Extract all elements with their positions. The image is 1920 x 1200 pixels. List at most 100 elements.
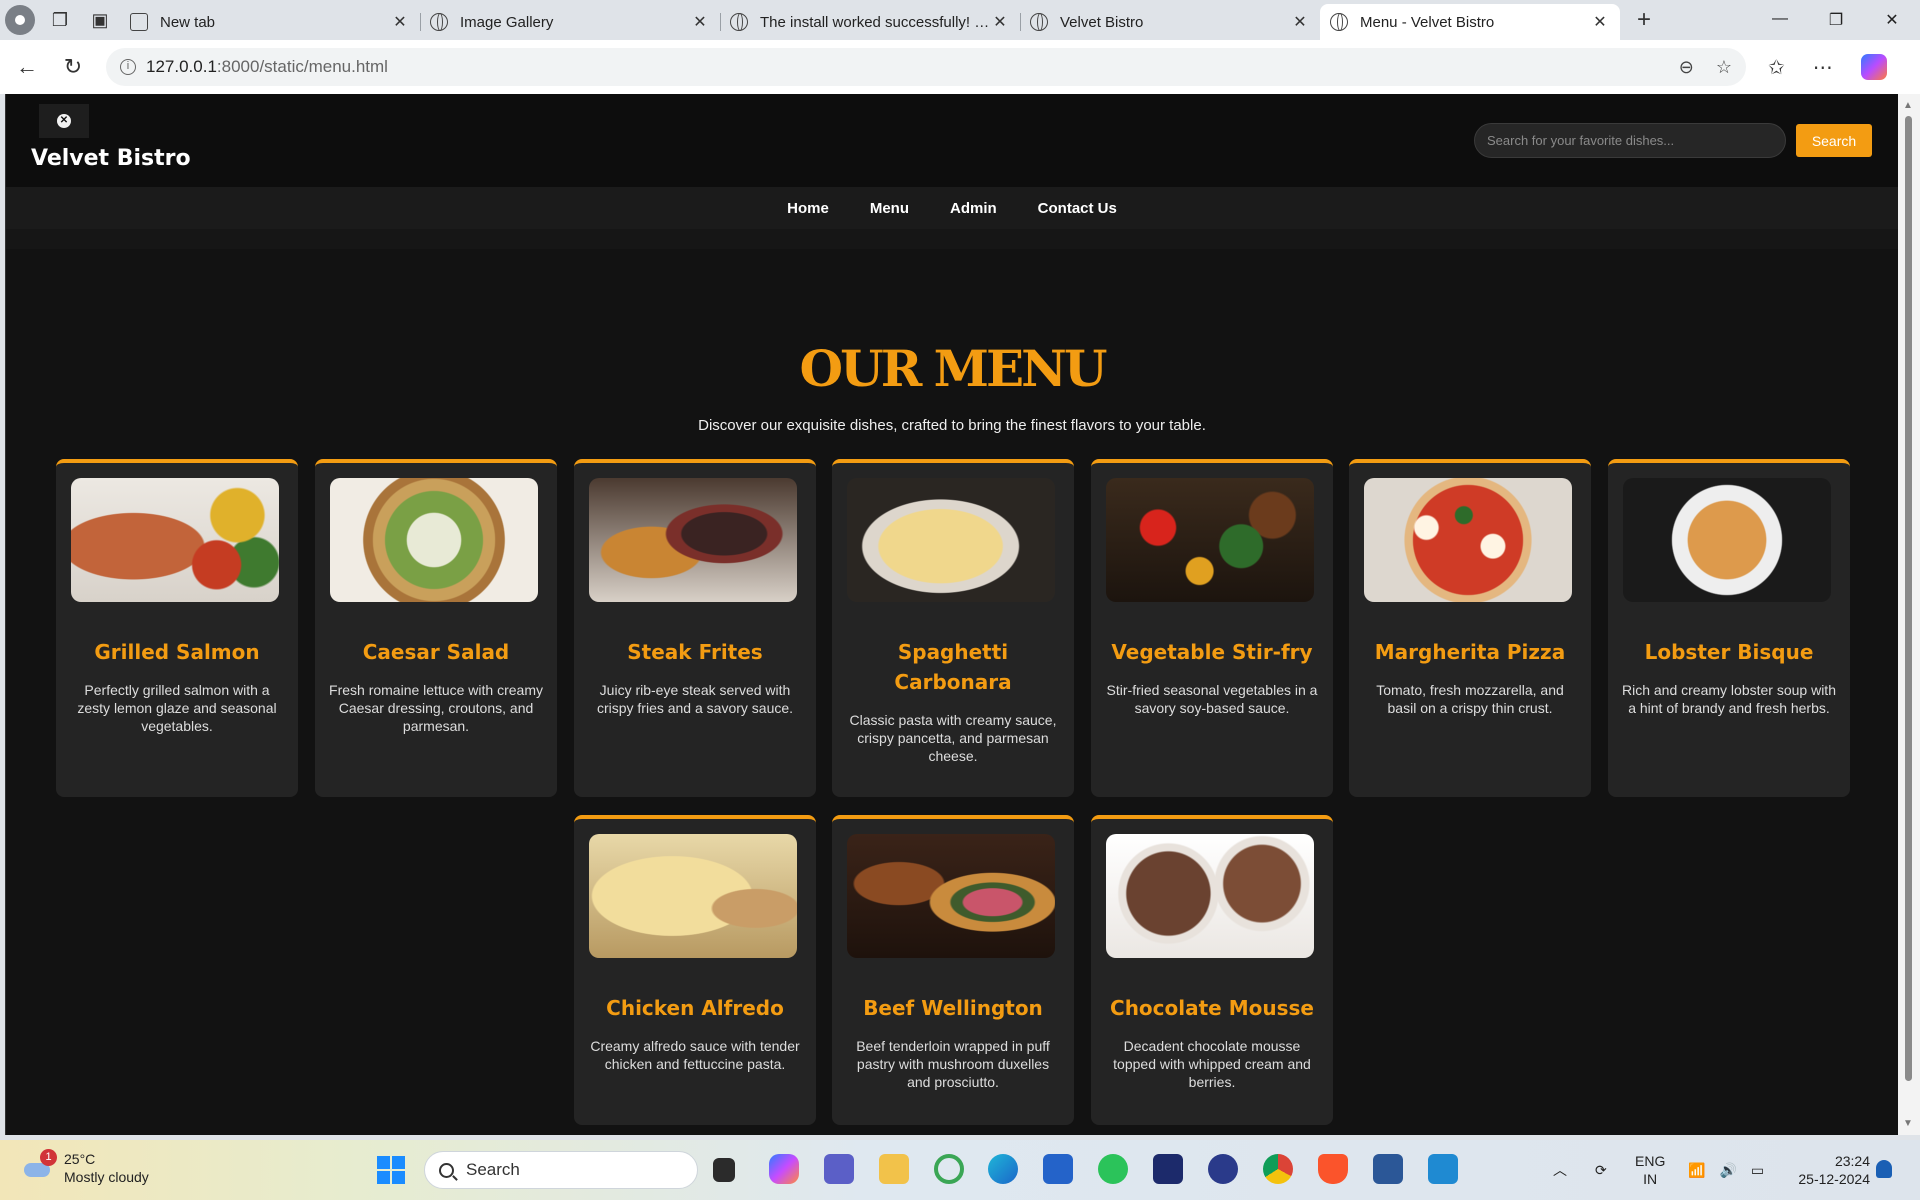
close-window-icon[interactable]: ✕: [1864, 10, 1920, 30]
tab-actions-icon[interactable]: ▣: [80, 0, 120, 40]
dish-name: Chocolate Mousse: [1110, 996, 1314, 1020]
menu-card-beef-wellington[interactable]: Beef Wellington Beef tenderloin wrapped …: [832, 815, 1074, 1125]
minimize-icon[interactable]: —: [1752, 10, 1808, 30]
margherita-pizza-photo: [1364, 478, 1572, 602]
teams-icon[interactable]: [824, 1154, 854, 1184]
search-button[interactable]: Search: [1796, 124, 1872, 157]
globe-icon: [430, 13, 448, 31]
tab-title: New tab: [160, 13, 216, 31]
scrollbar-thumb[interactable]: [1905, 116, 1912, 1081]
region-code: IN: [1643, 1171, 1658, 1187]
new-tab-button[interactable]: +: [1624, 6, 1664, 34]
taskbar-search[interactable]: Search: [424, 1151, 698, 1189]
vegetable-stir-fry-photo: [1106, 478, 1314, 602]
nav-link-home[interactable]: Home: [787, 200, 829, 217]
edge-browser-icon[interactable]: [988, 1154, 1018, 1184]
close-tab-icon[interactable]: ✕: [690, 12, 710, 32]
spaghetti-carbonara-photo: [847, 478, 1055, 602]
menu-card-steak-frites[interactable]: Steak Frites Juicy rib-eye steak served …: [574, 459, 816, 797]
menu-card-caesar-salad[interactable]: Caesar Salad Fresh romaine lettuce with …: [315, 459, 557, 797]
scroll-down-arrow-icon[interactable]: ▼: [1903, 1118, 1913, 1129]
show-hidden-icons-chevron-icon[interactable]: ︿: [1553, 1160, 1567, 1180]
logo[interactable]: ✕: [39, 104, 89, 138]
close-tab-icon[interactable]: ✕: [390, 12, 410, 32]
close-tab-icon[interactable]: ✕: [1290, 12, 1310, 32]
brave-icon[interactable]: [1318, 1154, 1348, 1184]
dish-description: Perfectly grilled salmon with a zesty le…: [77, 682, 277, 734]
battery-icon[interactable]: ▭: [1751, 1162, 1764, 1179]
chocolate-mousse-photo: [1106, 834, 1314, 958]
scroll-up-arrow-icon[interactable]: ▲: [1903, 100, 1913, 111]
sync-status-icon[interactable]: ⟳: [1595, 1162, 1607, 1179]
windows-start-icon[interactable]: [377, 1156, 405, 1184]
l-app-icon[interactable]: [1153, 1154, 1183, 1184]
site-info-icon[interactable]: i: [120, 59, 136, 75]
microsoft-store-icon[interactable]: [1043, 1154, 1073, 1184]
profile-icon[interactable]: [0, 0, 40, 40]
zoom-out-icon[interactable]: ⊖: [1679, 57, 1694, 78]
close-tab-icon[interactable]: ✕: [1590, 12, 1610, 32]
new-tab-page-icon: [130, 13, 148, 31]
menu-card-chicken-alfredo[interactable]: Chicken Alfredo Creamy alfredo sauce wit…: [574, 815, 816, 1125]
sync-app-icon[interactable]: [934, 1154, 964, 1184]
cloudy-weather-icon: 1: [22, 1149, 57, 1181]
file-explorer-icon[interactable]: [879, 1154, 909, 1184]
word-icon[interactable]: [1373, 1154, 1403, 1184]
tab-velvet-bistro[interactable]: Velvet Bistro ✕: [1020, 4, 1320, 40]
whatsapp-icon[interactable]: [1098, 1154, 1128, 1184]
nav-link-menu[interactable]: Menu: [870, 200, 909, 217]
tab-new-tab[interactable]: New tab ✕: [120, 4, 420, 40]
dish-description: Stir-fried seasonal vegetables in a savo…: [1106, 682, 1318, 716]
chrome-icon[interactable]: [1263, 1154, 1293, 1184]
volume-icon[interactable]: 🔊: [1719, 1162, 1736, 1179]
workspaces-icon[interactable]: ❐: [40, 0, 80, 40]
logo-mark-icon: ✕: [57, 114, 71, 128]
dish-name: Chicken Alfredo: [606, 996, 784, 1020]
menu-card-chocolate-mousse[interactable]: Chocolate Mousse Decadent chocolate mous…: [1091, 815, 1333, 1125]
globe-icon: [1030, 13, 1048, 31]
wifi-icon[interactable]: 📶: [1688, 1162, 1705, 1179]
menu-card-grilled-salmon[interactable]: Grilled Salmon Perfectly grilled salmon …: [56, 459, 298, 797]
task-view-icon[interactable]: [713, 1158, 735, 1182]
dish-description: Decadent chocolate mousse topped with wh…: [1113, 1038, 1311, 1090]
refresh-icon[interactable]: ↻: [50, 54, 96, 80]
vscode-icon[interactable]: [1428, 1154, 1458, 1184]
menu-card-lobster-bisque[interactable]: Lobster Bisque Rich and creamy lobster s…: [1608, 459, 1850, 797]
nav-link-admin[interactable]: Admin: [950, 200, 997, 217]
back-arrow-icon[interactable]: ←: [4, 54, 50, 80]
language-code: ENG: [1635, 1153, 1666, 1169]
favorite-star-icon[interactable]: ☆: [1716, 57, 1732, 78]
copilot-icon[interactable]: [1860, 54, 1887, 80]
tab-title: Velvet Bistro: [1060, 13, 1144, 31]
system-clock[interactable]: 23:24 25-12-2024: [1788, 1152, 1870, 1188]
notification-bell-icon[interactable]: [1876, 1160, 1892, 1178]
tab-install-worked[interactable]: The install worked successfully! Co ✕: [720, 4, 1020, 40]
dish-name: Caesar Salad: [362, 640, 510, 664]
globe-icon: [730, 13, 748, 31]
favorites-icon[interactable]: ✩: [1768, 55, 1785, 80]
more-options-icon[interactable]: ⋯: [1813, 55, 1833, 80]
close-tab-icon[interactable]: ✕: [990, 12, 1010, 32]
address-bar[interactable]: i 127.0.0.1:8000/static/menu.html ⊖ ☆: [106, 48, 1746, 86]
weather-widget[interactable]: 1 25°C Mostly cloudy: [22, 1149, 149, 1186]
restore-icon[interactable]: ❐: [1808, 10, 1864, 30]
tab-image-gallery[interactable]: Image Gallery ✕: [420, 4, 720, 40]
dish-description: Creamy alfredo sauce with tender chicken…: [590, 1038, 800, 1072]
dish-search-input[interactable]: [1474, 123, 1786, 158]
mountain-app-icon[interactable]: [1208, 1154, 1238, 1184]
dish-description: Rich and creamy lobster soup with a hint…: [1622, 682, 1836, 716]
tab-title: Image Gallery: [460, 13, 554, 31]
clock-time: 23:24: [1834, 1153, 1870, 1169]
copilot-app-icon[interactable]: [769, 1154, 799, 1184]
menu-card-margherita-pizza[interactable]: Margherita Pizza Tomato, fresh mozzarell…: [1349, 459, 1591, 797]
dish-description: Juicy rib-eye steak served with crispy f…: [596, 682, 794, 716]
dish-description: Fresh romaine lettuce with creamy Caesar…: [329, 682, 543, 734]
nav-link-contact[interactable]: Contact Us: [1038, 200, 1117, 217]
menu-card-spaghetti-carbonara[interactable]: Spaghetti Carbonara Classic pasta with c…: [832, 459, 1074, 797]
menu-card-vegetable-stir-fry[interactable]: Vegetable Stir-fry Stir-fried seasonal v…: [1091, 459, 1333, 797]
dish-description: Beef tenderloin wrapped in puff pastry w…: [856, 1038, 1050, 1090]
page-scrollbar[interactable]: ▲ ▼: [1898, 94, 1920, 1135]
language-indicator[interactable]: ENG IN: [1635, 1152, 1665, 1188]
tab-menu-velvet-bistro[interactable]: Menu - Velvet Bistro ✕: [1320, 4, 1620, 40]
dish-name: Beef Wellington: [863, 996, 1043, 1020]
